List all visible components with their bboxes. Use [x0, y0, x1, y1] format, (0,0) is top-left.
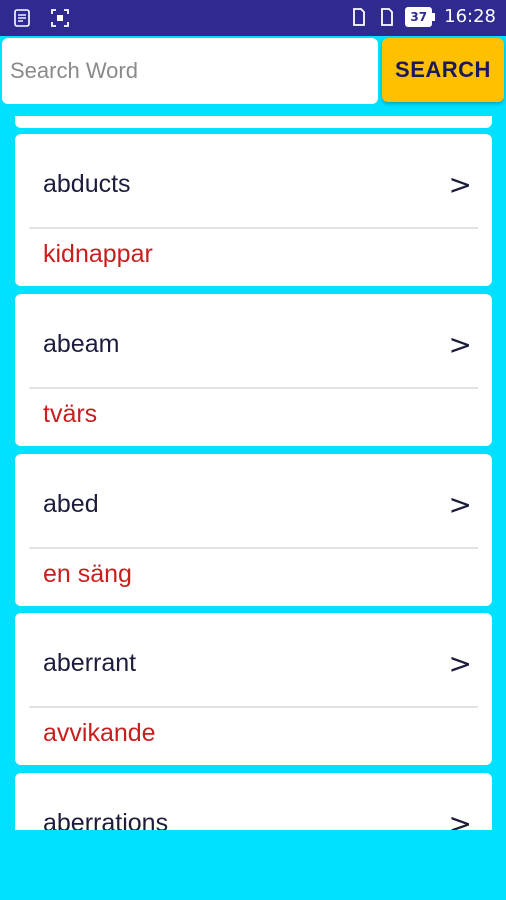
divider — [29, 706, 478, 708]
entry-translation: en säng — [43, 560, 132, 588]
list-item[interactable]: aberrant > avvikande — [15, 613, 492, 765]
list-item[interactable]: abeam > tvärs — [15, 294, 492, 446]
word-list: abducts > kidnappar abeam > tvärs abed >… — [0, 116, 506, 830]
entry-translation: tvärs — [43, 400, 98, 428]
status-bar: 37 16:28 — [0, 0, 506, 36]
chevron-right-icon[interactable]: > — [449, 807, 472, 830]
entry-word: abed — [43, 490, 99, 518]
bottom-area — [0, 830, 506, 900]
chevron-right-icon[interactable]: > — [449, 168, 472, 201]
battery-icon: 37 — [405, 6, 435, 27]
list-item[interactable]: abducts > kidnappar — [15, 134, 492, 286]
divider — [29, 227, 478, 229]
status-time: 16:28 — [444, 6, 496, 27]
entry-word: aberrations — [43, 809, 169, 830]
list-item[interactable]: abed > en säng — [15, 454, 492, 606]
search-input[interactable] — [2, 38, 378, 104]
sim-card-icon — [377, 7, 397, 27]
list-item[interactable]: aberrations > — [15, 773, 492, 830]
entry-translation: kidnappar — [43, 240, 153, 268]
entry-word: abeam — [43, 330, 120, 358]
search-bar: SEARCH — [0, 36, 506, 116]
divider — [29, 547, 478, 549]
screenshot-icon — [50, 8, 70, 28]
chevron-right-icon[interactable]: > — [449, 328, 472, 361]
divider — [29, 387, 478, 389]
chevron-right-icon[interactable]: > — [449, 488, 472, 521]
list-item-partial[interactable] — [15, 116, 492, 128]
entry-word: abducts — [43, 170, 131, 198]
entry-translation: avvikande — [43, 719, 156, 747]
chevron-right-icon[interactable]: > — [449, 647, 472, 680]
search-button[interactable]: SEARCH — [382, 38, 504, 102]
notes-icon — [12, 8, 32, 28]
entry-word: aberrant — [43, 649, 137, 677]
sim-card-icon — [349, 7, 369, 27]
